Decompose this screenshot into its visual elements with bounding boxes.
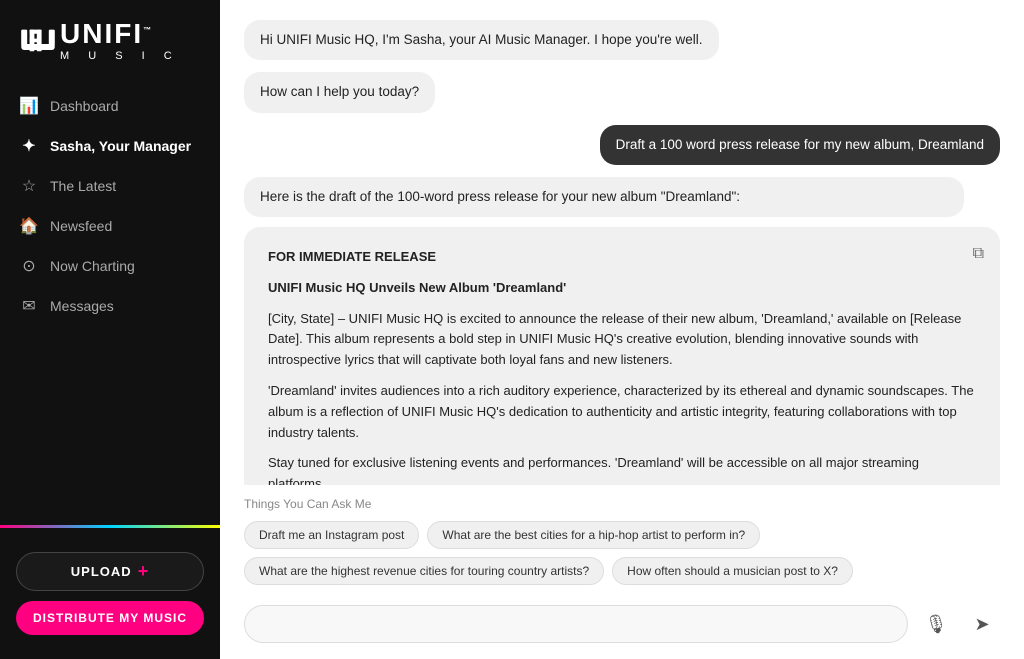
bot-followup-msg: How can I help you today? — [244, 72, 1000, 112]
send-button[interactable]: ➤ — [964, 606, 1000, 642]
distribute-button[interactable]: DISTRIBUTE MY MUSIC — [16, 601, 204, 635]
dashboard-icon: 📊 — [20, 97, 38, 115]
charting-icon: ⊙ — [20, 257, 38, 275]
sidebar-item-newsfeed[interactable]: 🏠 Newsfeed — [0, 206, 220, 246]
user-bubble: Draft a 100 word press release for my ne… — [600, 125, 1000, 165]
sidebar-item-label: Newsfeed — [50, 218, 112, 234]
input-area: 🎙 ➤ — [220, 595, 1024, 659]
distribute-label: DISTRIBUTE MY MUSIC — [33, 611, 187, 625]
sidebar-item-label: Messages — [50, 298, 114, 314]
pr-body3: Stay tuned for exclusive listening event… — [268, 453, 976, 485]
chip-1[interactable]: What are the best cities for a hip-hop a… — [427, 521, 760, 549]
newsfeed-icon: 🏠 — [20, 217, 38, 235]
chat-input[interactable] — [244, 605, 908, 643]
logo-svg — [20, 27, 56, 55]
press-release-bubble: ⧉ FOR IMMEDIATE RELEASE UNIFI Music HQ U… — [244, 227, 1000, 485]
sidebar-item-manager[interactable]: ✦ Sasha, Your Manager — [0, 126, 220, 166]
messages-icon: ✉ — [20, 297, 38, 315]
upload-button[interactable]: UPLOAD + — [16, 552, 204, 591]
sidebar-item-charting[interactable]: ⊙ Now Charting — [0, 246, 220, 286]
press-release-intro-bubble: Here is the draft of the 100-word press … — [244, 177, 964, 217]
user-msg: Draft a 100 word press release for my ne… — [244, 125, 1000, 165]
manager-icon: ✦ — [20, 137, 38, 155]
sidebar-item-messages[interactable]: ✉ Messages — [0, 286, 220, 326]
chip-2[interactable]: What are the highest revenue cities for … — [244, 557, 604, 585]
logo-main: UNIFI™ — [60, 20, 180, 48]
logo-sub: M U S I C — [60, 50, 180, 62]
pr-body1: [City, State] – UNIFI Music HQ is excite… — [268, 309, 976, 371]
logo-text-group: UNIFI™ M U S I C — [60, 20, 180, 62]
main-content: Hi UNIFI Music HQ, I'm Sasha, your AI Mu… — [220, 0, 1024, 659]
bot-greeting-msg: Hi UNIFI Music HQ, I'm Sasha, your AI Mu… — [244, 20, 1000, 60]
press-release-msg: Here is the draft of the 100-word press … — [244, 177, 1000, 485]
suggestions-label: Things You Can Ask Me — [244, 497, 1000, 511]
sidebar-actions: UPLOAD + DISTRIBUTE MY MUSIC — [0, 536, 220, 659]
pr-body2: 'Dreamland' invites audiences into a ric… — [268, 381, 976, 443]
suggestions-chips: Draft me an Instagram post What are the … — [244, 521, 1000, 585]
bot-followup-bubble: How can I help you today? — [244, 72, 435, 112]
copy-icon[interactable]: ⧉ — [973, 241, 984, 267]
bot-greeting-bubble: Hi UNIFI Music HQ, I'm Sasha, your AI Mu… — [244, 20, 719, 60]
microphone-icon: 🎙 — [925, 614, 948, 635]
chip-3[interactable]: How often should a musician post to X? — [612, 557, 853, 585]
upload-plus-icon: + — [138, 561, 150, 582]
upload-label: UPLOAD — [71, 564, 132, 579]
sidebar-divider — [0, 525, 220, 528]
suggestions-area: Things You Can Ask Me Draft me an Instag… — [220, 485, 1024, 595]
chat-area: Hi UNIFI Music HQ, I'm Sasha, your AI Mu… — [220, 0, 1024, 485]
logo: UNIFI™ M U S I C — [0, 0, 220, 78]
microphone-button[interactable]: 🎙 — [918, 606, 954, 642]
pr-title: UNIFI Music HQ Unveils New Album 'Dreaml… — [268, 280, 566, 295]
chip-0[interactable]: Draft me an Instagram post — [244, 521, 419, 549]
sidebar-item-label: Now Charting — [50, 258, 135, 274]
sidebar-item-label: Dashboard — [50, 98, 119, 114]
sidebar-item-label: The Latest — [50, 178, 116, 194]
logo-tm: ™ — [143, 26, 153, 35]
sidebar-nav: 📊 Dashboard ✦ Sasha, Your Manager ☆ The … — [0, 78, 220, 517]
logo-icon: UNIFI™ M U S I C — [20, 20, 200, 62]
sidebar-item-latest[interactable]: ☆ The Latest — [0, 166, 220, 206]
send-icon: ➤ — [974, 614, 989, 635]
sidebar: UNIFI™ M U S I C 📊 Dashboard ✦ Sasha, Yo… — [0, 0, 220, 659]
sidebar-item-dashboard[interactable]: 📊 Dashboard — [0, 86, 220, 126]
latest-icon: ☆ — [20, 177, 38, 195]
pr-header: FOR IMMEDIATE RELEASE — [268, 249, 436, 264]
sidebar-item-label: Sasha, Your Manager — [50, 138, 191, 154]
